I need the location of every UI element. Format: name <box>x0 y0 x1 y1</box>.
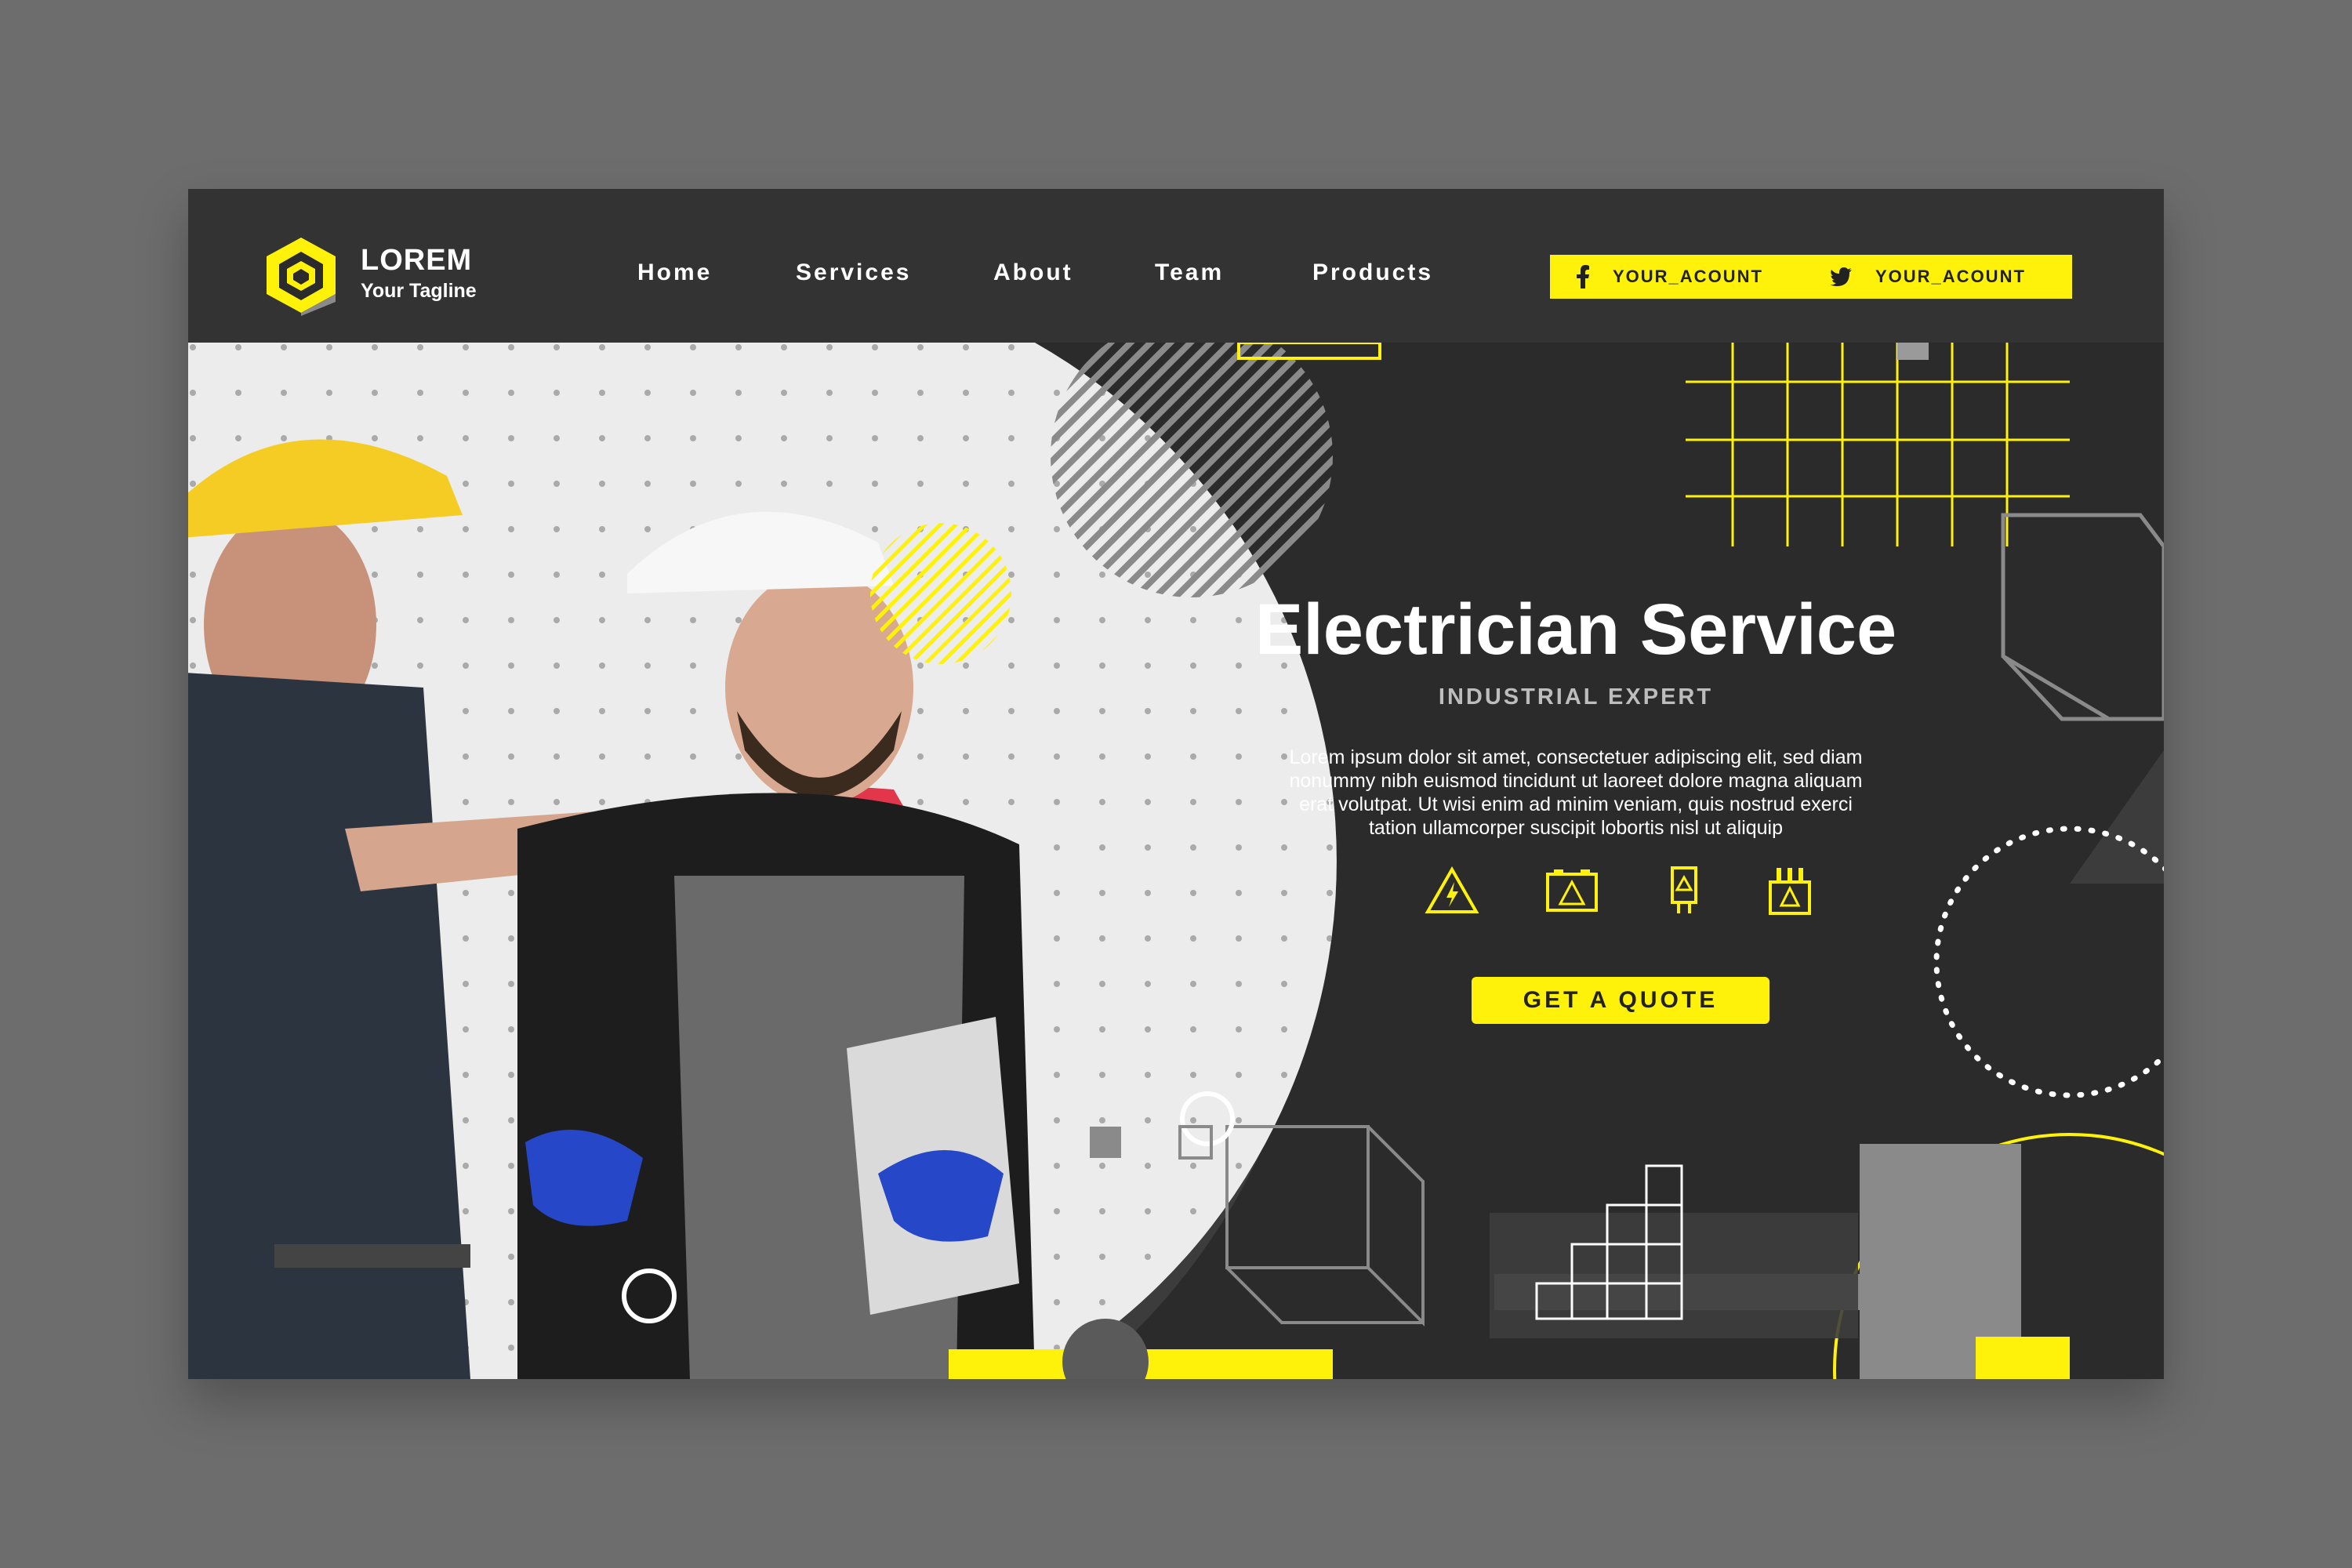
brand-tagline: Your Tagline <box>361 280 477 302</box>
nav-team[interactable]: Team <box>1155 260 1224 286</box>
hero-background-graphics <box>188 343 2164 1379</box>
hero-title: Electrician Service <box>1254 590 1897 670</box>
facebook-account-link[interactable]: YOUR_ACOUNT <box>1577 255 1763 299</box>
hero-description: Lorem ipsum dolor sit amet, consectetuer… <box>1289 746 1863 839</box>
facebook-account-label: YOUR_ACOUNT <box>1613 267 1763 286</box>
nav-home[interactable]: Home <box>637 260 712 286</box>
social-bar: YOUR_ACOUNT YOUR_ACOUNT <box>1550 255 2072 299</box>
twitter-account-label: YOUR_ACOUNT <box>1875 267 2026 286</box>
brand-name[interactable]: LOREM <box>361 244 472 278</box>
transformer-icon <box>1769 868 1811 915</box>
battery-warning-icon <box>1546 869 1598 912</box>
facebook-icon <box>1577 265 1589 289</box>
nav-services[interactable]: Services <box>796 260 911 286</box>
twitter-account-link[interactable]: YOUR_ACOUNT <box>1830 255 2026 299</box>
logo-hexagon-icon[interactable] <box>263 234 339 316</box>
twitter-icon <box>1830 267 1852 286</box>
high-voltage-warning-icon <box>1425 866 1479 913</box>
nav-about[interactable]: About <box>993 260 1073 286</box>
get-a-quote-button[interactable]: GET A QUOTE <box>1472 977 1769 1024</box>
landing-page: LOREM Your Tagline Home Services About T… <box>188 189 2164 1379</box>
electric-meter-icon <box>1671 866 1697 913</box>
site-header: LOREM Your Tagline Home Services About T… <box>188 189 2164 343</box>
hero-subtitle: INDUSTRIAL EXPERT <box>1438 684 1714 710</box>
nav-products[interactable]: Products <box>1312 260 1433 286</box>
